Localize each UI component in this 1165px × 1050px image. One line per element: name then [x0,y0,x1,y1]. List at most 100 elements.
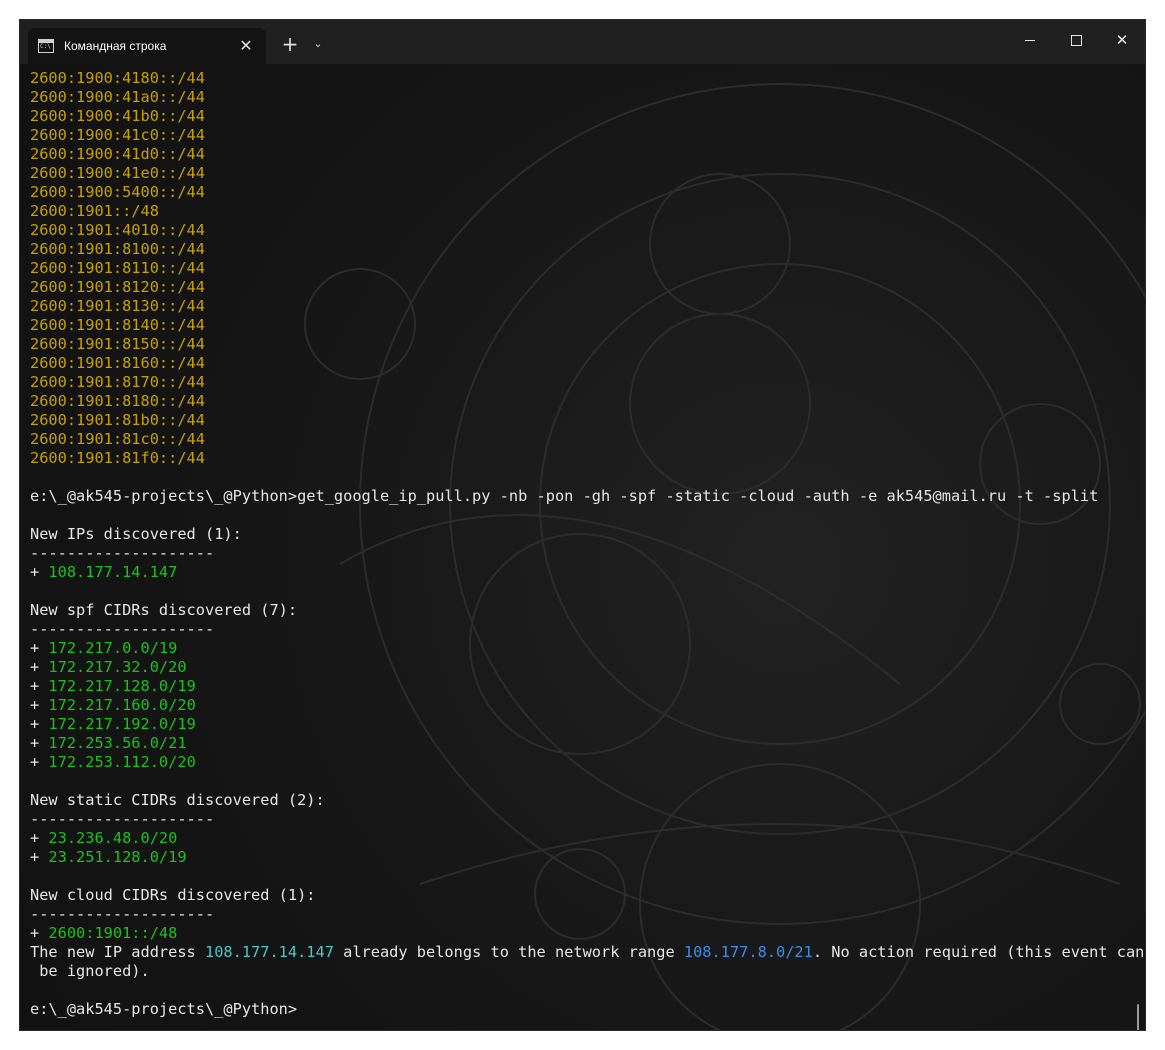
separator-line: -------------------- [30,905,1144,924]
cidr-line: 2600:1900:41e0::/44 [30,164,1144,183]
cidr-value: 2600:1900:41c0::/44 [30,126,205,144]
plus-sign: + [30,734,49,752]
section-header-text: New spf CIDRs discovered (7): [30,601,298,619]
cidr-value: 2600:1901::/48 [30,202,159,220]
title-bar[interactable]: Командная строка ✕ + ⌄ ✕ [20,20,1145,64]
separator-line: -------------------- [30,620,1144,639]
plus-sign: + [30,715,49,733]
result-value: 23.236.48.0/20 [48,829,178,847]
result-line: + 172.217.0.0/19 [30,639,1144,658]
cidr-value: 2600:1901:8110::/44 [30,259,205,277]
close-window-button[interactable]: ✕ [1099,20,1145,60]
cidr-line: 2600:1901:81f0::/44 [30,449,1144,468]
cidr-value: 2600:1901:8150::/44 [30,335,205,353]
cidr-line: 2600:1901:8100::/44 [30,240,1144,259]
cmd-icon [38,39,54,53]
separator-line: -------------------- [30,810,1144,829]
result-value: 172.217.0.0/19 [48,639,178,657]
section-header: New IPs discovered (1): [30,525,1144,544]
cidr-value: 2600:1900:5400::/44 [30,183,205,201]
message-range: 108.177.8.0/21 [683,943,813,961]
result-value: 172.253.56.0/21 [48,734,187,752]
separator-line: -------------------- [30,544,1144,563]
cidr-line: 2600:1901:81c0::/44 [30,430,1144,449]
cidr-value: 2600:1901:8100::/44 [30,240,205,258]
result-line: + 2600:1901::/48 [30,924,1144,943]
cidr-value: 2600:1901:8120::/44 [30,278,205,296]
cidr-line: 2600:1901:8160::/44 [30,354,1144,373]
close-icon: ✕ [1115,30,1129,49]
terminal-output[interactable]: 2600:1900:4180::/44 2600:1900:41a0::/44 26… [20,64,1145,1030]
cidr-value: 2600:1900:41d0::/44 [30,145,205,163]
close-tab-button[interactable]: ✕ [236,36,256,56]
cidr-line: 2600:1901:8170::/44 [30,373,1144,392]
prompt-line: e:\_@ak545-projects\_@Python> [30,1000,1144,1019]
message-line: be ignored). [30,962,1144,981]
plus-sign: + [30,753,49,771]
scrollbar[interactable] [1137,1004,1139,1030]
section-header-text: New static CIDRs discovered (2): [30,791,325,809]
plus-sign: + [30,924,49,942]
cidr-value: 2600:1901:8130::/44 [30,297,205,315]
tab-dropdown-button[interactable]: ⌄ [308,32,328,56]
cidr-line: 2600:1901:81b0::/44 [30,411,1144,430]
tab-title: Командная строка [64,39,167,53]
cidr-value: 2600:1900:41b0::/44 [30,107,205,125]
cidr-value: 2600:1901:8140::/44 [30,316,205,334]
cidr-line: 2600:1901:8110::/44 [30,259,1144,278]
plus-sign: + [30,696,49,714]
section-header-text: New IPs discovered (1): [30,525,242,543]
command-text: e:\_@ak545-projects\_@Python>get_google_… [30,487,1099,505]
cidr-line: 2600:1900:5400::/44 [30,183,1144,202]
result-value: 108.177.14.147 [48,563,178,581]
message-line: The new IP address 108.177.14.147 alread… [30,943,1144,962]
minimize-button[interactable] [1007,20,1053,60]
maximize-button[interactable] [1053,20,1099,60]
cidr-line: 2600:1901:4010::/44 [30,221,1144,240]
message-text: be ignored). [30,962,150,980]
minimize-icon [1025,39,1035,41]
result-value: 172.217.128.0/19 [48,677,196,695]
message-ip: 108.177.14.147 [204,943,334,961]
result-line: + 23.251.128.0/19 [30,848,1144,867]
tab-command-prompt[interactable]: Командная строка ✕ [28,28,266,64]
result-line: + 23.236.48.0/20 [30,829,1144,848]
result-line: + 172.253.56.0/21 [30,734,1144,753]
terminal-window: Командная строка ✕ + ⌄ ✕ [20,20,1145,1030]
result-line: + 172.217.32.0/20 [30,658,1144,677]
terminal-lines: 2600:1900:4180::/44 2600:1900:41a0::/44 26… [30,69,1144,1019]
plus-sign: + [30,658,49,676]
result-value: 2600:1901::/48 [48,924,178,942]
cidr-line: 2600:1901:8150::/44 [30,335,1144,354]
cidr-line: 2600:1900:4180::/44 [30,69,1144,88]
cidr-value: 2600:1901:81f0::/44 [30,449,205,467]
result-value: 172.217.32.0/20 [48,658,187,676]
result-value: 172.217.160.0/20 [48,696,196,714]
cidr-value: 2600:1901:81b0::/44 [30,411,205,429]
prompt-text: e:\_@ak545-projects\_@Python> [30,1000,298,1018]
plus-sign: + [30,677,49,695]
cidr-value: 2600:1901:4010::/44 [30,221,205,239]
cidr-line: 2600:1900:41b0::/44 [30,107,1144,126]
section-header: New cloud CIDRs discovered (1): [30,886,1144,905]
plus-sign: + [30,829,49,847]
new-tab-button[interactable]: + [278,32,302,56]
command-line: e:\_@ak545-projects\_@Python>get_google_… [30,487,1144,506]
cidr-value: 2600:1900:41e0::/44 [30,164,205,182]
cidr-line: 2600:1901:8120::/44 [30,278,1144,297]
separator-text: -------------------- [30,810,215,828]
cidr-value: 2600:1900:4180::/44 [30,69,205,87]
cidr-value: 2600:1901:81c0::/44 [30,430,205,448]
cidr-line: 2600:1901:8140::/44 [30,316,1144,335]
cidr-value: 2600:1901:8160::/44 [30,354,205,372]
result-line: + 172.217.192.0/19 [30,715,1144,734]
cidr-line: 2600:1901:8130::/44 [30,297,1144,316]
maximize-icon [1070,34,1082,46]
separator-text: -------------------- [30,620,215,638]
cidr-value: 2600:1900:41a0::/44 [30,88,205,106]
cidr-value: 2600:1901:8170::/44 [30,373,205,391]
message-text: . No action required (this event can [812,943,1145,961]
